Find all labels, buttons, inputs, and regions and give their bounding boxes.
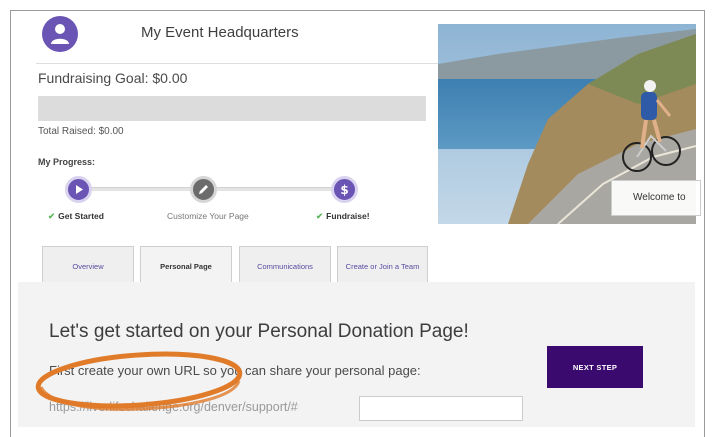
personal-url-input[interactable] <box>359 396 523 421</box>
step-fundraise-button[interactable]: $ <box>331 176 358 203</box>
personal-page-headline: Let's get started on your Personal Donat… <box>49 321 469 342</box>
page-title: My Event Headquarters <box>141 24 299 41</box>
pencil-icon <box>199 185 208 194</box>
step-get-started-button[interactable] <box>65 176 92 203</box>
event-header: My Event Headquarters <box>36 16 441 64</box>
tab-label: Create or Join a Team <box>345 262 420 271</box>
fundraising-progress-bar <box>38 96 426 121</box>
total-raised: Total Raised: $0.00 <box>38 126 124 137</box>
step-label-fundraise: ✔ Fundraise! <box>316 211 370 221</box>
step-customize-page-button[interactable] <box>190 176 217 203</box>
url-instruction: First create your own URL so you can sha… <box>49 363 421 378</box>
svg-text:$: $ <box>340 183 348 197</box>
fundraising-goal: Fundraising Goal: $0.00 <box>38 70 188 86</box>
user-icon <box>51 24 69 44</box>
tab-label: Overview <box>72 262 104 271</box>
tab-label: Personal Page <box>160 262 212 271</box>
step-label-get-started: ✔ Get Started <box>48 211 104 221</box>
tab-personal-page[interactable]: Personal Page <box>140 246 232 286</box>
welcome-text: Welcome to <box>633 192 686 203</box>
play-icon <box>76 185 83 194</box>
tab-create-or-join-team[interactable]: Create or Join a Team <box>337 246 428 284</box>
welcome-panel: Welcome to <box>611 180 701 216</box>
tab-label: Communications <box>257 262 313 271</box>
next-step-button[interactable]: NEXT STEP <box>547 346 643 388</box>
url-prefix: https://liverlifechallenge.org/denver/su… <box>49 400 298 414</box>
tab-communications[interactable]: Communications <box>239 246 331 284</box>
user-avatar[interactable] <box>42 16 78 52</box>
dollar-icon: $ <box>340 183 348 197</box>
check-icon: ✔ <box>48 211 56 221</box>
tab-overview[interactable]: Overview <box>42 246 134 284</box>
check-icon: ✔ <box>316 211 324 221</box>
progress-label: My Progress: <box>38 157 96 167</box>
step-label-customize: Customize Your Page <box>167 211 249 221</box>
